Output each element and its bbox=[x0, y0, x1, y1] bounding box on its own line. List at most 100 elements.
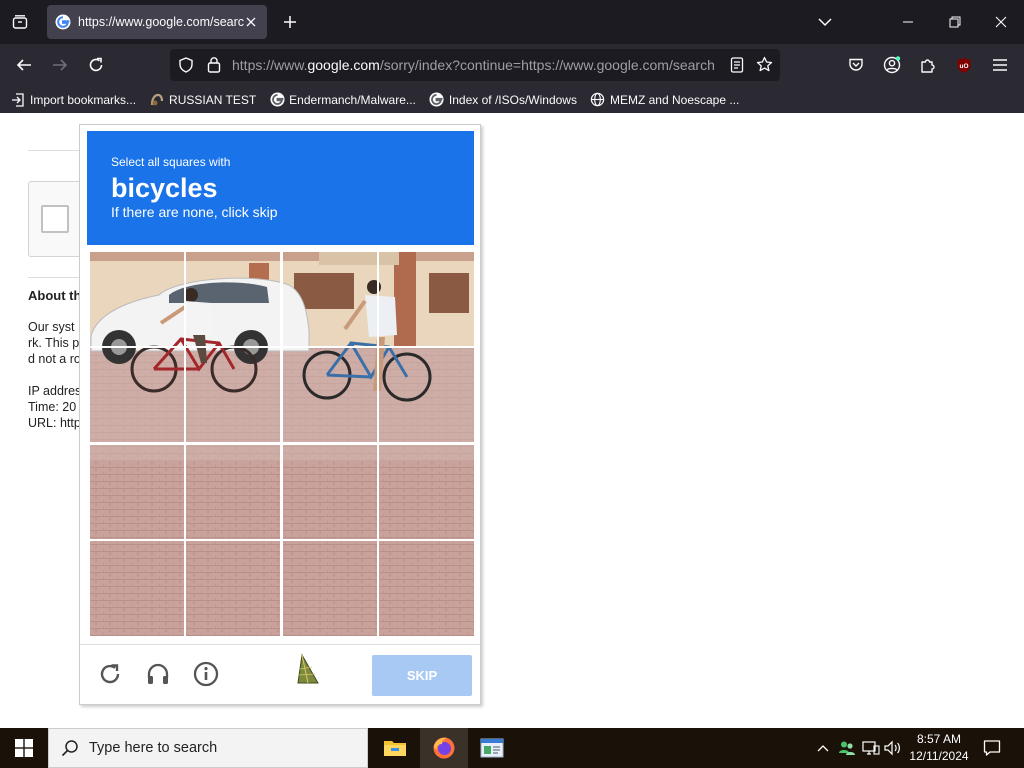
firefox-button[interactable] bbox=[420, 728, 468, 768]
grid-tile-4[interactable] bbox=[377, 251, 475, 348]
start-button[interactable] bbox=[0, 728, 48, 768]
active-tab[interactable]: https://www.google.com/search bbox=[47, 5, 267, 39]
google-favicon-icon bbox=[55, 14, 71, 30]
pocket-icon bbox=[849, 58, 863, 71]
help-button[interactable] bbox=[193, 661, 219, 687]
list-all-tabs-button[interactable] bbox=[811, 8, 839, 36]
ublock-icon: uO bbox=[957, 57, 971, 73]
info-icon bbox=[193, 661, 219, 687]
file-explorer-button[interactable] bbox=[371, 728, 419, 768]
headphones-icon bbox=[147, 663, 169, 684]
navigation-bar: https://www.google.com/sorry/index?conti… bbox=[0, 44, 1024, 86]
volume-button[interactable] bbox=[883, 738, 903, 758]
instruction-target: bicycles bbox=[111, 173, 218, 203]
skip-button[interactable]: SKIP bbox=[372, 655, 472, 696]
chevron-up-icon bbox=[817, 745, 829, 752]
page-text-line: IP addres bbox=[28, 384, 82, 398]
google-icon bbox=[429, 92, 445, 108]
account-button[interactable] bbox=[878, 51, 906, 79]
grid-tile-7[interactable] bbox=[281, 346, 379, 444]
taskbar-search[interactable]: Type here to search bbox=[48, 728, 368, 768]
show-hidden-icons-button[interactable] bbox=[813, 738, 833, 758]
reload-challenge-button[interactable] bbox=[97, 661, 123, 687]
back-button[interactable] bbox=[10, 51, 38, 79]
divider bbox=[80, 644, 480, 645]
page-text-line: rk. This p bbox=[28, 336, 80, 350]
grid-tile-14[interactable] bbox=[184, 539, 282, 637]
about-title: About th bbox=[28, 288, 82, 303]
site-icon bbox=[149, 92, 165, 108]
grid-tile-10[interactable] bbox=[184, 443, 282, 541]
grid-tile-1[interactable] bbox=[89, 251, 186, 348]
reload-button[interactable] bbox=[82, 51, 110, 79]
grid-tile-6[interactable] bbox=[184, 346, 282, 444]
url-text: https://www.google.com/sorry/index?conti… bbox=[232, 57, 715, 73]
page-text-line: URL: http bbox=[28, 416, 81, 430]
tab-list-icon bbox=[12, 15, 28, 29]
bookmark-import[interactable]: Import bookmarks... bbox=[10, 92, 136, 108]
grid-tile-15[interactable] bbox=[281, 539, 379, 637]
grid-tile-12[interactable] bbox=[377, 443, 475, 541]
recaptcha-checkbox[interactable] bbox=[41, 205, 69, 233]
people-tray-button[interactable] bbox=[837, 738, 857, 758]
windows-logo-icon bbox=[15, 739, 33, 757]
challenge-image-grid bbox=[89, 251, 475, 637]
grid-tile-11[interactable] bbox=[281, 443, 379, 541]
forward-button[interactable] bbox=[46, 51, 74, 79]
menu-button[interactable] bbox=[986, 51, 1014, 79]
grid-tile-16[interactable] bbox=[377, 539, 475, 637]
app-window-icon bbox=[480, 738, 504, 758]
minimize-button[interactable] bbox=[894, 8, 922, 36]
shield-icon bbox=[179, 57, 193, 73]
reader-view-icon bbox=[730, 57, 744, 73]
bookmark-index-isos[interactable]: Index of /ISOs/Windows bbox=[429, 92, 577, 108]
grid-tile-13[interactable] bbox=[89, 539, 186, 637]
grid-tile-5[interactable] bbox=[89, 346, 186, 444]
extensions-button[interactable] bbox=[914, 51, 942, 79]
bookmark-memz[interactable]: MEMZ and Noescape ... bbox=[590, 92, 739, 108]
network-button[interactable] bbox=[861, 738, 881, 758]
instruction-text: Select all squares with bbox=[111, 155, 231, 169]
instruction-subtext: If there are none, click skip bbox=[111, 204, 278, 220]
notifications-button[interactable] bbox=[982, 738, 1002, 758]
url-bar[interactable]: https://www.google.com/sorry/index?conti… bbox=[170, 49, 780, 81]
notification-icon bbox=[983, 740, 1001, 756]
reload-icon bbox=[89, 57, 103, 72]
svg-text:uO: uO bbox=[959, 62, 968, 69]
grid-tile-8[interactable] bbox=[377, 346, 475, 444]
buster-extension-icon[interactable] bbox=[294, 653, 322, 687]
bookmark-russian-test[interactable]: RUSSIAN TEST bbox=[149, 92, 256, 108]
bookmark-endermanch[interactable]: Endermanch/Malware... bbox=[269, 92, 416, 108]
grid-tile-3[interactable] bbox=[281, 251, 379, 348]
grid-tile-9[interactable] bbox=[89, 443, 186, 541]
pocket-button[interactable] bbox=[842, 51, 870, 79]
restore-button[interactable] bbox=[941, 8, 969, 36]
plus-icon bbox=[284, 16, 296, 28]
tab-list-button[interactable] bbox=[6, 8, 34, 36]
app-window-button[interactable] bbox=[468, 728, 516, 768]
lock-icon bbox=[207, 57, 221, 73]
globe-icon bbox=[590, 92, 606, 108]
ublock-button[interactable]: uO bbox=[950, 51, 978, 79]
firefox-icon bbox=[433, 737, 455, 759]
arrow-right-icon bbox=[53, 59, 68, 71]
recaptcha-challenge: Select all squares with bicycles If ther… bbox=[79, 124, 481, 705]
restore-icon bbox=[949, 16, 961, 28]
people-icon bbox=[839, 741, 855, 755]
tab-close-icon[interactable] bbox=[243, 14, 259, 30]
page-text-line: d not a ro bbox=[28, 352, 81, 366]
page-text-line: Our syst bbox=[28, 320, 75, 334]
close-window-button[interactable] bbox=[987, 8, 1015, 36]
account-icon bbox=[883, 56, 901, 74]
page-text-line: Time: 20 bbox=[28, 400, 77, 414]
audio-challenge-button[interactable] bbox=[145, 661, 171, 687]
new-tab-button[interactable] bbox=[278, 10, 302, 34]
import-icon bbox=[10, 92, 26, 108]
arrow-left-icon bbox=[16, 59, 31, 71]
grid-tile-2[interactable] bbox=[184, 251, 282, 348]
google-icon bbox=[269, 92, 285, 108]
folder-icon bbox=[384, 741, 406, 756]
system-clock[interactable]: 8:57 AM 12/11/2024 bbox=[905, 731, 973, 765]
taskbar: Type here to search 8:57 AM 12/11/2024 bbox=[0, 728, 1024, 768]
chevron-down-icon bbox=[818, 18, 832, 27]
